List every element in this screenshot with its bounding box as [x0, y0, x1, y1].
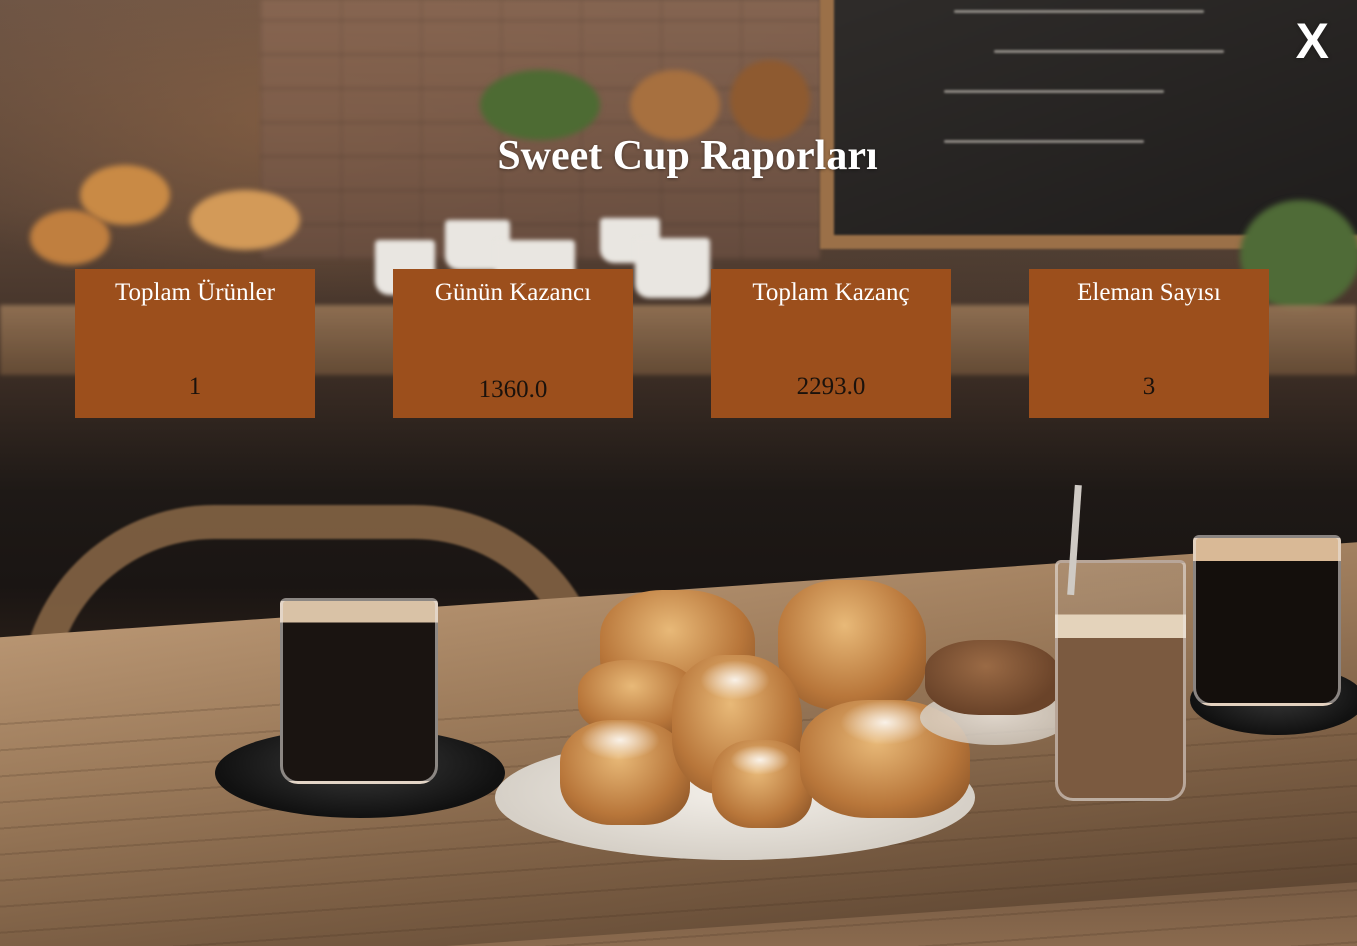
card-label: Eleman Sayısı [1077, 279, 1221, 306]
card-daily-earnings: Günün Kazancı 1360.0 [393, 269, 633, 418]
card-total-earnings: Toplam Kazanç 2293.0 [711, 269, 951, 418]
card-value: 2293.0 [796, 373, 866, 400]
close-button[interactable]: X [1296, 16, 1329, 66]
card-total-products: Toplam Ürünler 1 [75, 269, 315, 418]
card-label: Toplam Kazanç [752, 279, 910, 306]
page-title: Sweet Cup Raporları [497, 133, 878, 179]
card-employee-count: Eleman Sayısı 3 [1029, 269, 1269, 418]
card-value: 1360.0 [478, 376, 548, 403]
card-value: 3 [1142, 373, 1156, 400]
card-label: Toplam Ürünler [114, 279, 275, 306]
card-value: 1 [188, 373, 202, 400]
card-label: Günün Kazancı [434, 279, 592, 306]
